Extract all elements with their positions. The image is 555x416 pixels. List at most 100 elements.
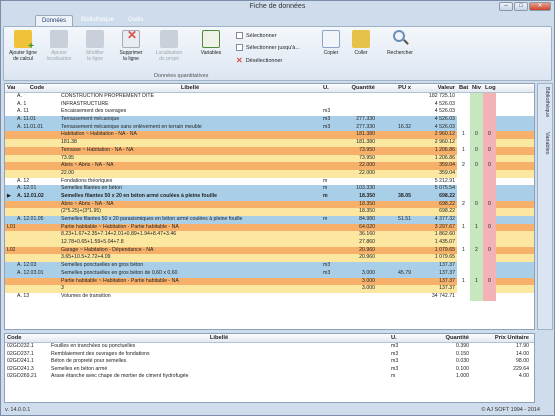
- table-row[interactable]: Abris ~ Abris - NA - NA 18.350 698.22 2 0 0: [5, 200, 534, 209]
- table-row[interactable]: L02 Garage ~ Habitation - Dépendance - NA…: [5, 246, 534, 255]
- table-row[interactable]: A. 12 Fondations théoriques m 5 212.91: [5, 177, 534, 186]
- tab-outils[interactable]: Outils: [122, 15, 149, 26]
- col-quantite[interactable]: Quantité: [341, 84, 377, 92]
- cell-var: [5, 139, 15, 147]
- table-row[interactable]: 3.65+10.5+2.72+4.09 20.960 1 079.65: [5, 254, 534, 263]
- cell-log: 0: [483, 246, 496, 255]
- table-row[interactable]: 3 3.000 137.37: [5, 285, 534, 293]
- variables-button[interactable]: Variables: [196, 30, 226, 56]
- col-pu-coeff[interactable]: PU x COEFF: [377, 84, 413, 92]
- cell-unit: m: [323, 177, 328, 184]
- cell-libelle: Béton de propreté pour semelles: [51, 358, 127, 364]
- col-unit[interactable]: U.: [389, 334, 427, 342]
- detail-row[interactable]: 02GO232.1 Fouilles en tranchées ou ponctu…: [5, 343, 534, 351]
- table-row[interactable]: A. 1 INFRASTRUCTURE 4 526.03: [5, 100, 534, 109]
- copy-button[interactable]: Copier: [316, 30, 346, 56]
- paste-button[interactable]: Coller: [346, 30, 376, 56]
- col-libelle[interactable]: Libellé: [59, 84, 321, 92]
- maximize-button[interactable]: □: [514, 2, 528, 11]
- table-row[interactable]: Abris ~ Abris - NA - NA 22.000 359.04 2 0 0: [5, 162, 534, 170]
- cell-unit: [321, 247, 341, 255]
- col-niv[interactable]: Niv: [470, 84, 483, 92]
- cell-libelle: Terrassement mécanique: [61, 116, 120, 123]
- detail-row[interactable]: 02GO237.1 Remblaiement des ouvrages de fo…: [5, 351, 534, 359]
- cell-code: [15, 278, 59, 286]
- minimize-button[interactable]: –: [499, 2, 513, 11]
- detail-row[interactable]: 02GO241.3 Semelles en béton armé m3 0.100 22…: [5, 366, 534, 374]
- table-row[interactable]: Terrasse ~ Habitation - NA - NA 73.950 1 2…: [5, 146, 534, 155]
- window-title: Fiche de données: [249, 3, 306, 10]
- cell-quantite: 22.000: [359, 169, 375, 176]
- cell-quantite: [341, 178, 377, 186]
- cell-niv: [470, 185, 483, 193]
- side-tab-bibliotheque[interactable]: Bibliothèque: [544, 87, 550, 117]
- tab-donnees[interactable]: Données: [35, 15, 74, 26]
- cell-valeur: 5 212.91: [434, 177, 455, 184]
- col-log[interactable]: Log: [483, 84, 496, 92]
- detail-row[interactable]: 02GO269.21 Arase étanche avec chape de mo…: [5, 373, 534, 381]
- table-row[interactable]: A. 12.03 Semelles ponctuelles en gros bét…: [5, 262, 534, 270]
- cell-pu-coeff: [377, 147, 413, 155]
- table-row[interactable]: Habitation ~ Habitation - NA - NA 181.380…: [5, 131, 534, 140]
- table-row[interactable]: 73.95 73.950 1 206.86: [5, 154, 534, 163]
- cell-valeur: 4 377.32: [434, 216, 455, 222]
- table-row[interactable]: 8.23+1.67+2.35+7.14+2.01+0.89+1.94+8.47+…: [5, 231, 534, 240]
- table-row[interactable]: (2*5.25)+(3*1.95) 18.350 698.22: [5, 208, 534, 216]
- cell-log: [483, 285, 496, 293]
- cell-quantite: 20.960: [359, 246, 375, 253]
- delete-line-button[interactable]: ✕ Supprimer la ligne: [116, 29, 146, 62]
- table-row[interactable]: A. 11.01 Terrassement mécanique m3 277.330 4…: [5, 116, 534, 124]
- project-localisation-button[interactable]: Localisation de projet: [154, 30, 184, 62]
- table-row[interactable]: 22.00 22.000 359.04: [5, 169, 534, 178]
- cell-unit: m3: [391, 358, 399, 364]
- table-row[interactable]: A. 12.01 Semelles filantes en béton m 103.3…: [5, 185, 534, 193]
- col-libelle[interactable]: Libellé: [49, 334, 389, 342]
- cell-valeur: 1 079.65: [434, 246, 455, 253]
- select-checkbox[interactable]: Sélectionner: [236, 32, 277, 39]
- cell-code: 02GO237.1: [7, 350, 34, 357]
- table-row[interactable]: L01 Partie habitable ~ Habitation - Parti…: [5, 223, 534, 232]
- col-code[interactable]: Code: [15, 84, 59, 92]
- col-valeur[interactable]: Valeur: [413, 84, 457, 92]
- cell-libelle: Partie habitable ~ Habitation - Partie h…: [61, 277, 179, 284]
- cell-unit: m: [391, 373, 396, 379]
- col-unit[interactable]: U.: [321, 84, 341, 92]
- table-row[interactable]: 12.78+0.65+1.59+5.04+7.8 27.860 1 435.07: [5, 239, 534, 247]
- quantities-grid[interactable]: Var Code Libellé U. Quantité PU x COEFF …: [4, 83, 535, 330]
- edit-line-button[interactable]: Modifier la ligne: [80, 30, 110, 62]
- cell-libelle: Fouilles en tranchées ou ponctuelles: [51, 343, 136, 349]
- cell-pu-coeff: [377, 155, 413, 163]
- col-bat[interactable]: Bat: [457, 84, 470, 92]
- variables-icon: [202, 30, 220, 48]
- table-row[interactable]: A. 12.01.05 Semelles filantes 50 x 20 par…: [5, 216, 534, 224]
- table-row[interactable]: ▶ A. 12.01.02 Semelles filantes 50 x 20 en…: [5, 192, 534, 201]
- table-row[interactable]: A. 11.01.01 Terrassement mécanique sans e…: [5, 123, 534, 132]
- table-row[interactable]: 181.38 181.380 2 960.12: [5, 139, 534, 147]
- table-row[interactable]: A. CONSTRUCTION PROPREMENT DITE 182 725.10: [5, 93, 534, 101]
- cell-bat: [457, 116, 470, 124]
- close-button[interactable]: ✕: [529, 2, 551, 11]
- detail-grid[interactable]: Code Libellé U. Quantité Prix Unitaire 0…: [4, 333, 535, 403]
- search-button[interactable]: Rechercher: [382, 30, 418, 56]
- deselect-button[interactable]: ✕ Désélectionner: [236, 56, 282, 65]
- table-row[interactable]: Partie habitable ~ Habitation - Partie h…: [5, 277, 534, 286]
- col-code[interactable]: Code: [5, 334, 49, 342]
- detail-row[interactable]: 02GO241.1 Béton de propreté pour semelles…: [5, 358, 534, 366]
- cell-log: [483, 139, 496, 147]
- col-quantite[interactable]: Quantité: [427, 334, 471, 342]
- select-until-checkbox[interactable]: Sélectionner jusqu'à...: [236, 44, 300, 51]
- cell-bat: [457, 292, 470, 301]
- table-row[interactable]: A. 12.03.01 Semelles ponctuelles en gros …: [5, 269, 534, 278]
- cell-code: 02GO269.21: [7, 373, 37, 379]
- tab-bibliotheque[interactable]: Bibliothèque: [75, 15, 120, 26]
- cell-log: 0: [483, 146, 496, 155]
- table-row[interactable]: A. 11 Encaissement des ouvrages m3 4 526.03: [5, 108, 534, 117]
- col-prix-unitaire[interactable]: Prix Unitaire: [471, 334, 531, 342]
- add-calc-line-button[interactable]: + Ajouter ligne de calcul: [8, 30, 38, 62]
- col-var[interactable]: Var: [5, 84, 15, 92]
- add-localisation-button[interactable]: Ajouter localisation: [44, 30, 74, 62]
- cell-quantite: 84.980: [359, 216, 375, 222]
- table-row[interactable]: A. 13 Volumes de transition 34 742.71: [5, 292, 534, 301]
- cell-niv: [470, 285, 483, 293]
- side-tab-variables[interactable]: Variables: [544, 132, 550, 155]
